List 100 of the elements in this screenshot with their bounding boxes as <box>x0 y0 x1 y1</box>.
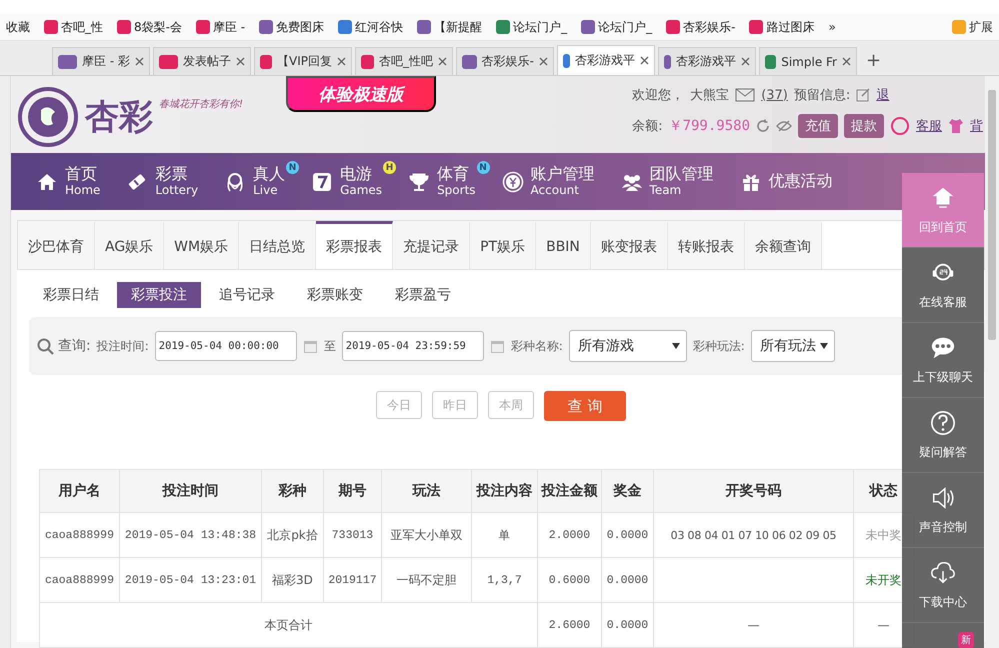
browser-tab[interactable]: Simple Fr <box>759 47 857 75</box>
speed-version-banner[interactable]: 体验极速版 <box>286 76 436 112</box>
side-panel-item[interactable]: 下载中心 <box>902 548 984 623</box>
report-tab[interactable]: 账变报表 <box>590 221 668 269</box>
shirt-icon[interactable] <box>948 118 964 134</box>
search-button[interactable]: 查 询 <box>544 391 626 421</box>
sub-tab[interactable]: 彩票账变 <box>292 282 377 308</box>
column-header: 玩法 <box>381 470 472 512</box>
total-label: 本页合计 <box>39 602 538 648</box>
logout-link[interactable]: 退 <box>876 86 890 104</box>
bookmark[interactable]: 杏彩娱乐- <box>666 18 736 36</box>
new-tab-button[interactable]: + <box>860 50 888 75</box>
deposit-button[interactable]: 充值 <box>798 114 838 138</box>
sub-tab[interactable]: 彩票盈亏 <box>380 282 465 308</box>
sub-tab[interactable]: 追号记录 <box>204 282 289 308</box>
edit-icon[interactable] <box>856 88 870 102</box>
dropdown-caret-icon <box>672 343 680 349</box>
table-cell: 1,3,7 <box>471 558 538 602</box>
browser-tab[interactable]: 杏彩娱乐- <box>456 47 554 75</box>
close-icon[interactable] <box>539 57 548 66</box>
report-tab[interactable]: 沙巴体育 <box>18 221 95 269</box>
bookmark[interactable]: 论坛门户_ <box>581 18 652 36</box>
nav-item[interactable]: 首页 Home <box>36 165 100 198</box>
side-panel-item[interactable]: 疑问解答 <box>902 398 984 473</box>
report-tab[interactable]: 充提记录 <box>393 221 470 269</box>
side-panel-item[interactable]: 声音控制 <box>902 473 984 548</box>
browser-tab[interactable]: 【VIP回复 <box>254 47 352 75</box>
table-cell: 福彩3D <box>261 558 324 602</box>
report-tab[interactable]: 余额查询 <box>744 221 822 269</box>
side-panel-item[interactable]: 在线客服 <box>902 248 984 323</box>
bookmark[interactable]: 摩臣 - <box>196 18 246 36</box>
trophy-icon <box>408 170 430 192</box>
hide-eye-icon[interactable] <box>776 120 792 132</box>
bookmark[interactable]: 8袋梨-会 <box>117 18 182 36</box>
nav-item[interactable]: 账户管理 Account <box>502 165 595 198</box>
report-tab[interactable]: 彩票报表 <box>316 221 394 269</box>
speaker-icon <box>930 484 956 510</box>
table-cell: caoa888999 <box>39 558 120 602</box>
table-cell: 北京pk拾 <box>261 512 324 558</box>
scrollbar-thumb[interactable] <box>988 90 996 340</box>
report-tab[interactable]: WM娱乐 <box>164 221 240 269</box>
table-cell: 一码不定胆 <box>381 558 472 602</box>
bookmark[interactable]: 路过图床 <box>749 18 814 36</box>
close-icon[interactable] <box>135 57 144 66</box>
welcome-text: 欢迎您， <box>632 87 684 104</box>
close-icon[interactable] <box>842 57 851 66</box>
nav-item[interactable]: 团队管理 Team <box>620 165 714 198</box>
message-count[interactable]: (37) <box>761 88 788 102</box>
logo-emblem-icon <box>16 86 79 148</box>
side-panel-item[interactable]: 上下级聊天 <box>902 323 984 398</box>
play-type-label: 彩种玩法: <box>692 338 745 354</box>
sub-tab[interactable]: 彩票日结 <box>28 282 113 308</box>
table-cell: 0.6000 <box>537 558 602 602</box>
browser-tab[interactable]: 摩臣 - 彩 <box>52 47 150 75</box>
close-icon[interactable] <box>438 57 447 66</box>
bookmark[interactable]: 杏吧_性 <box>44 18 103 36</box>
report-tab[interactable]: AG娱乐 <box>94 221 164 269</box>
bookmark[interactable]: 红河谷快 <box>338 18 404 36</box>
browser-tab[interactable]: 杏彩游戏平 <box>658 47 756 75</box>
report-tab[interactable]: 日结总览 <box>239 221 316 269</box>
sub-tab[interactable]: 彩票投注 <box>116 282 201 308</box>
close-icon[interactable] <box>640 56 649 65</box>
more-bookmarks-button[interactable]: » <box>828 20 836 34</box>
table-cell: 03 08 04 01 07 10 06 02 09 05 <box>653 512 854 558</box>
game-select[interactable]: 所有游戏 <box>568 330 687 362</box>
mail-icon[interactable] <box>735 88 756 102</box>
end-time-field[interactable]: 2019-05-04 23:59:59 <box>342 331 484 361</box>
bookmark[interactable]: 论坛门户_ <box>496 18 568 36</box>
game-name-label: 彩种名称: <box>510 338 563 354</box>
nav-item[interactable]: 优惠活动 <box>740 170 833 192</box>
browser-tab[interactable]: 杏彩游戏平 <box>557 45 655 75</box>
table-cell: 733013 <box>323 512 382 558</box>
background-link[interactable]: 背 <box>970 117 984 135</box>
play-select[interactable]: 所有玩法 <box>750 330 835 362</box>
table-cell: 2019-05-04 13:48:38 <box>119 512 262 558</box>
column-header: 开奖号码 <box>653 470 854 512</box>
nav-item[interactable]: 彩票 Lottery <box>126 165 198 198</box>
table-cell: 2.6000 <box>537 602 602 648</box>
report-tab[interactable]: BBIN <box>536 221 591 269</box>
extensions-button[interactable]: 扩展 <box>952 18 993 36</box>
seven-icon <box>311 170 334 192</box>
bookmark[interactable]: 收藏 <box>6 18 30 36</box>
column-header: 投注金额 <box>537 470 602 512</box>
browser-tab[interactable]: 杏吧_性吧 <box>355 47 453 75</box>
report-tab[interactable]: 转账报表 <box>668 221 745 269</box>
start-time-field[interactable]: 2019-05-04 00:00:00 <box>154 331 297 361</box>
close-icon[interactable] <box>337 57 346 66</box>
close-icon[interactable] <box>236 57 245 66</box>
bet-time-label: 投注时间: <box>96 338 149 354</box>
column-header: 用户名 <box>39 470 120 512</box>
bookmark[interactable]: 免费图床 <box>259 18 324 36</box>
browser-tab[interactable]: 发表帖子 <box>153 47 251 75</box>
table-cell: — <box>653 602 854 648</box>
report-tab[interactable]: PT娱乐 <box>470 221 536 269</box>
refresh-icon[interactable] <box>756 119 770 133</box>
withdraw-button[interactable]: 提款 <box>844 114 884 138</box>
customer-service-link[interactable]: 客服 <box>916 117 942 135</box>
bookmark[interactable]: 【新提醒 <box>417 18 482 36</box>
reserved-info-label: 预留信息: <box>794 87 850 104</box>
close-icon[interactable] <box>741 57 750 66</box>
